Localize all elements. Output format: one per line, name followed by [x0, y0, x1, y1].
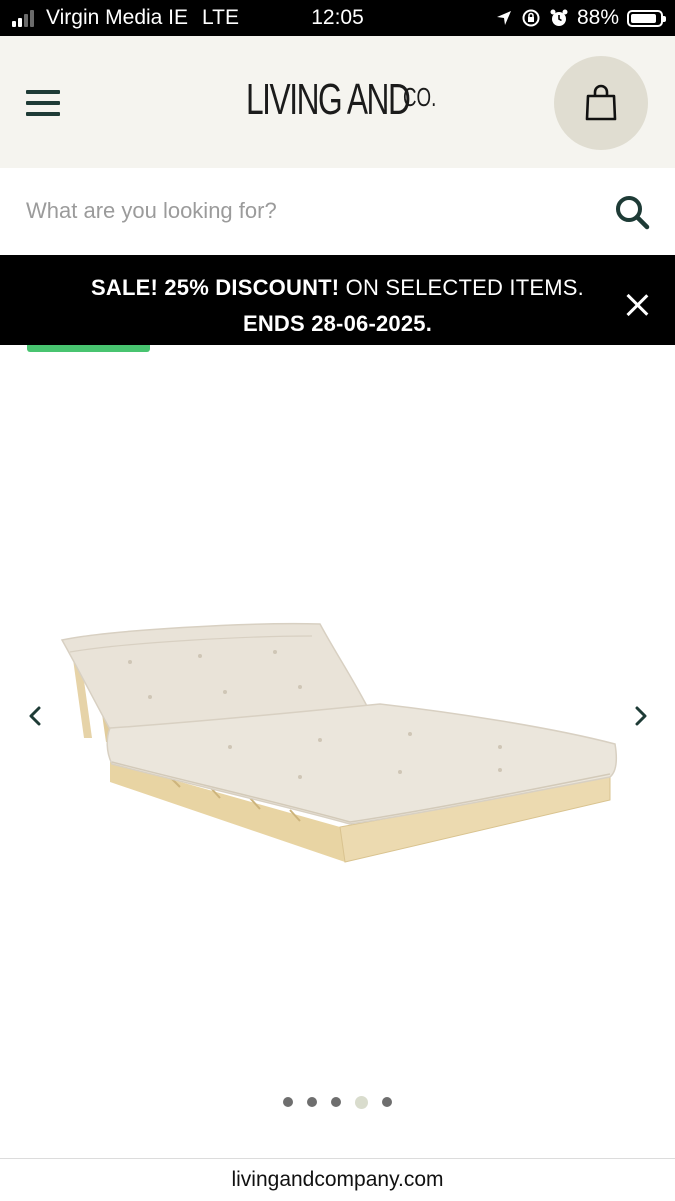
- rotation-lock-icon: [522, 9, 540, 27]
- search-icon[interactable]: [612, 192, 652, 232]
- gallery-pagination: [0, 1095, 675, 1109]
- promo-headline: SALE! 25% DISCOUNT!: [91, 275, 340, 300]
- pagination-dot[interactable]: [331, 1097, 341, 1107]
- status-right: 88%: [495, 0, 666, 36]
- battery-percent: 88%: [576, 6, 619, 29]
- status-bar: Virgin Media IE LTE 12:05 88%: [0, 0, 675, 36]
- promo-detail: ON SELECTED ITEMS.: [339, 275, 584, 300]
- alarm-icon: [550, 9, 568, 26]
- battery-icon: [627, 9, 666, 27]
- gallery-prev-button[interactable]: [20, 696, 50, 736]
- browser-url-bar[interactable]: livingandcompany.com: [0, 1158, 675, 1201]
- promo-end-date: ENDS 28-06-2025.: [242, 311, 433, 336]
- pagination-dot[interactable]: [382, 1097, 392, 1107]
- location-arrow-icon: [496, 11, 511, 25]
- promo-line-1: SALE! 25% DISCOUNT! ON SELECTED ITEMS.: [0, 275, 675, 301]
- shopping-bag-icon: [585, 84, 617, 121]
- promo-banner: SALE! 25% DISCOUNT! ON SELECTED ITEMS. E…: [0, 255, 675, 345]
- search-bar: [0, 168, 675, 255]
- site-logo[interactable]: LIVING AND CO.: [246, 76, 449, 126]
- battery-fill: [631, 13, 656, 23]
- pagination-dot[interactable]: [355, 1095, 368, 1109]
- logo-main-text: LIVING AND: [246, 75, 411, 124]
- cart-button[interactable]: [554, 56, 648, 150]
- product-badge: [27, 345, 150, 352]
- site-header: LIVING AND CO.: [0, 36, 675, 168]
- chevron-left-icon: [29, 706, 41, 726]
- hamburger-menu-icon[interactable]: [26, 90, 62, 118]
- pagination-dot[interactable]: [307, 1097, 317, 1107]
- product-gallery: [0, 352, 675, 1142]
- product-image-sofa-bed[interactable]: [50, 612, 630, 872]
- gallery-next-button[interactable]: [626, 696, 656, 736]
- logo-suffix-text: CO.: [403, 82, 437, 112]
- close-icon[interactable]: [624, 292, 650, 318]
- chevron-right-icon: [635, 706, 647, 726]
- search-input[interactable]: [26, 188, 586, 234]
- pagination-dot[interactable]: [283, 1097, 293, 1107]
